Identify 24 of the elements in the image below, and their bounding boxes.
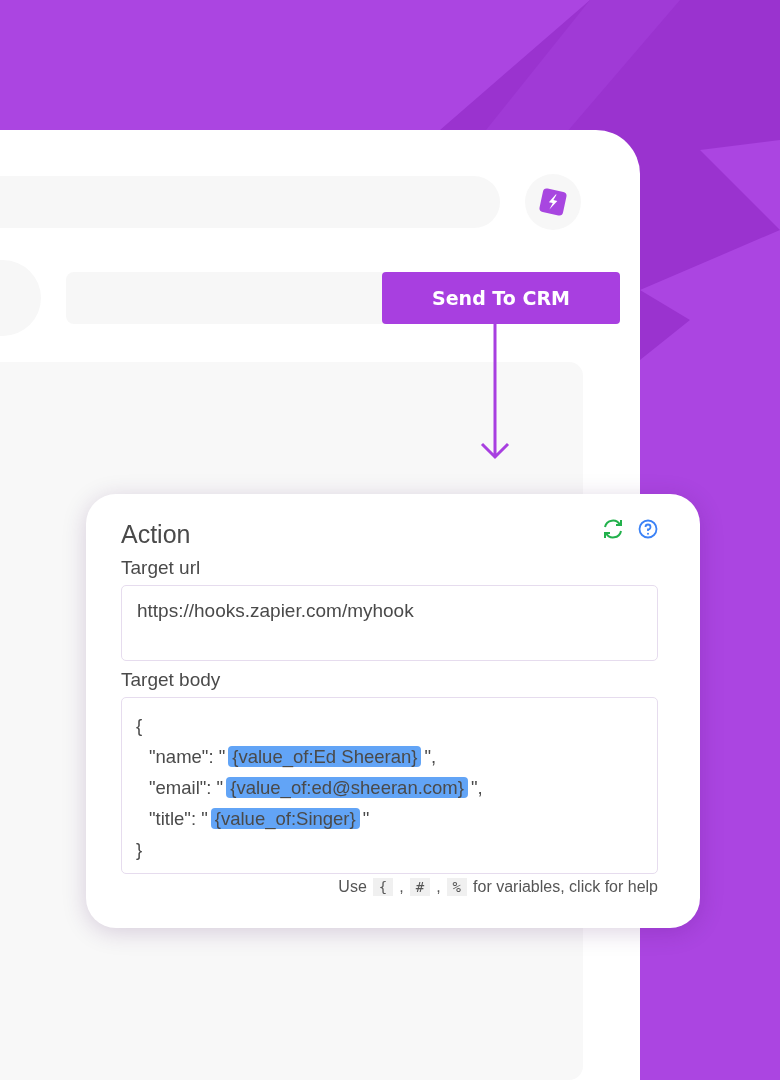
field-label: Target body	[121, 669, 222, 691]
hint-text: ,	[436, 878, 441, 896]
variable-tag: {value_of:Singer}	[210, 808, 360, 829]
body-field[interactable]: { "name": " {value_of:Ed Sheeran} ", "email": " {value_of:ed@sheeran.com} ", "title": " {value_of:Singer} " }	[121, 697, 658, 874]
send-button[interactable]: Send To CRM	[382, 272, 620, 324]
code-line: "email": " {value_of:ed@sheeran.com} ",	[148, 776, 483, 801]
hint-text: for variables, click for help	[473, 878, 658, 896]
lightning-icon	[539, 188, 567, 216]
variable-tag: {value_of:ed@sheeran.com}	[226, 777, 468, 798]
code-line: {	[136, 714, 143, 738]
refresh-icon[interactable]	[602, 518, 624, 539]
code-line: "name": " {value_of:Ed Sheeran} ",	[148, 745, 437, 770]
code-line: }	[136, 838, 143, 862]
url-field[interactable]: https://hooks.zapier.com/myhook	[121, 585, 658, 661]
code-line: "title": " {value_of:Singer} "	[148, 807, 370, 832]
variable-tag: {value_of:Ed Sheeran}	[228, 746, 422, 767]
card-title: Action	[121, 520, 191, 549]
key-chip: %	[446, 878, 468, 896]
key-chip: #	[409, 878, 431, 896]
help-icon[interactable]	[638, 518, 658, 539]
field-label: Target url	[121, 557, 202, 579]
key-chip: {	[372, 878, 394, 896]
hint-text: ,	[399, 878, 404, 896]
hint-text: Use	[338, 878, 367, 896]
